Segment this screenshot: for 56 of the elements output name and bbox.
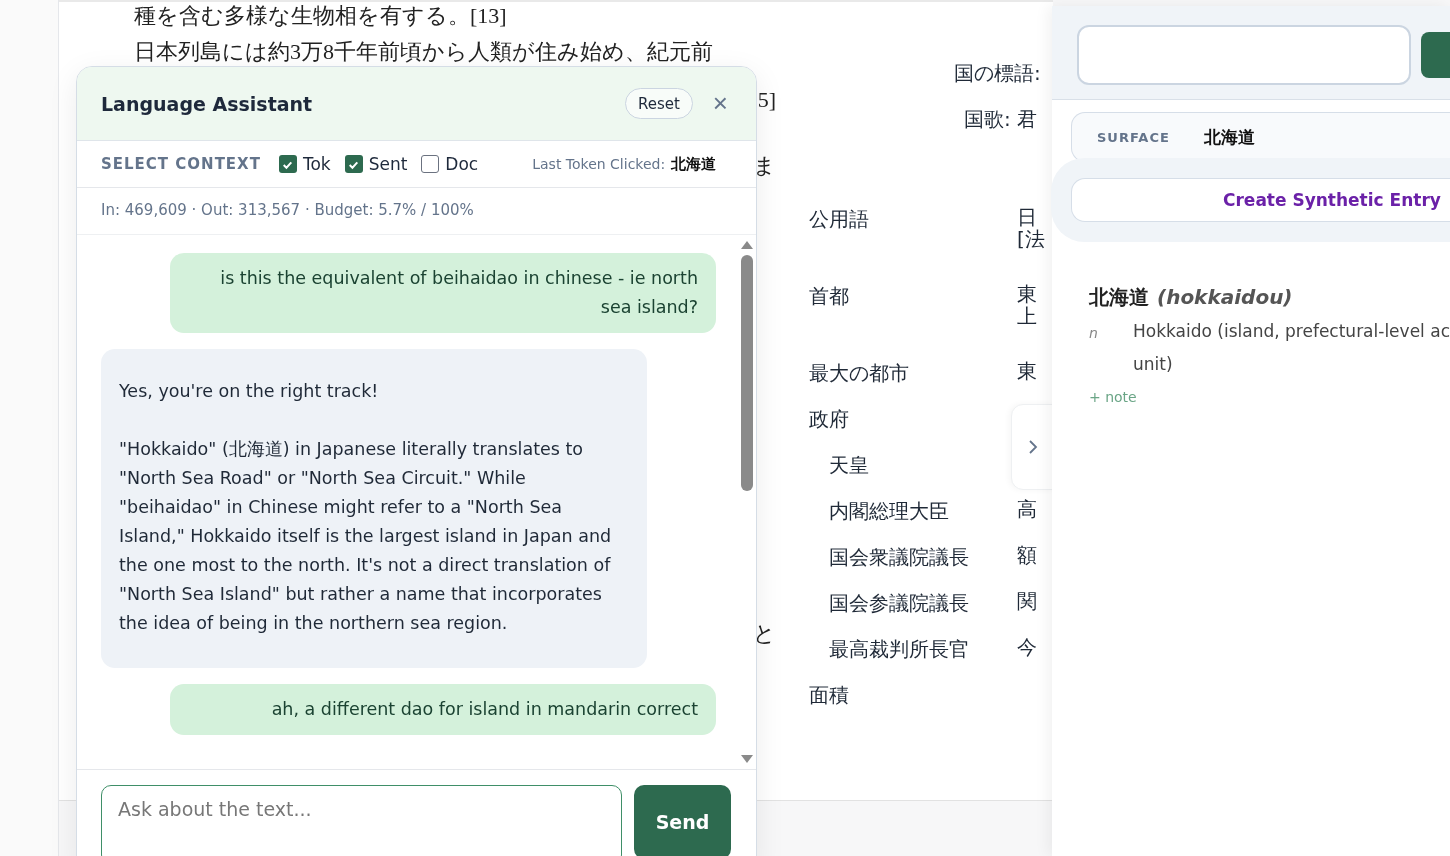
checkbox[interactable] [344, 155, 363, 173]
checkbox-label: Tok [302, 154, 331, 174]
surface-value: 北海道 [1203, 125, 1255, 149]
infobox-value: 上 [1017, 305, 1037, 327]
infobox-label: 面積 [809, 683, 849, 707]
infobox-value: 関 [1017, 590, 1037, 612]
checkbox[interactable] [421, 155, 440, 173]
send-button[interactable]: Send [634, 785, 731, 856]
infobox-label: 政府 [809, 407, 849, 431]
assistant-message: Yes, you're on the right track! "Hokkaido" (北海道) in Japanese literally translates to "North Sea Road" or "North Sea Circuit." While "beihaidao" in Chinese might refer to a "North Sea Island," Hokkaido itself is the largest island in Japan and the one most to the north. It's not a direct translation of "North Sea Island" but rather a name that incorporates the idea of being in the northern sea region. [101, 349, 647, 668]
checkbox-label: Sent [368, 154, 408, 174]
last-token: 北海道 [671, 154, 717, 174]
infobox-value: 東 [1017, 283, 1037, 305]
infobox-label: 国会衆議院議長 [829, 545, 969, 569]
scrollbar-thumb[interactable] [741, 255, 753, 491]
infobox-motto: 国の標語: [954, 60, 1041, 87]
infobox-value: [法 [1017, 228, 1045, 250]
infobox-label: 天皇 [829, 453, 869, 477]
message-input[interactable]: Ask about the text... [101, 785, 622, 856]
article-text: 種を含む多様な生物相を有する。[13] [134, 3, 507, 28]
infobox-value: 高 [1017, 498, 1037, 520]
checkbox[interactable] [278, 155, 297, 173]
usage-stats: In: 469,609 · Out: 313,567 · Budget: 5.7% / 100% [77, 188, 756, 235]
infobox-label: 最大の都市 [809, 361, 909, 385]
part-of-speech: n [1089, 324, 1099, 343]
context-label: SELECT CONTEXT [101, 155, 261, 173]
checkbox-label: Doc [445, 154, 479, 174]
article-text: ま [753, 153, 776, 178]
infobox-label: 国会参議院議長 [829, 591, 969, 615]
panel-title: Language Assistant [101, 92, 314, 115]
headword: 北海道 [1089, 284, 1149, 311]
infobox-value: 日 [1017, 206, 1038, 228]
search-button[interactable] [1421, 32, 1450, 78]
reset-button[interactable]: Reset [624, 88, 693, 119]
article-text: 5] [757, 87, 776, 112]
article-text: 日本列島には約3万8千年前頃から人類が住み始め、紀元前 [134, 39, 713, 64]
infobox-value: 額 [1017, 544, 1037, 566]
infobox-value: 今 [1017, 636, 1037, 658]
infobox-label: 首都 [809, 284, 849, 308]
chevron-right-icon [1028, 439, 1038, 455]
user-message: ah, a different dao for island in mandarin correct [170, 684, 716, 735]
last-token-label: Last Token Clicked: [532, 156, 666, 172]
infobox-label: 最高裁判所長官 [829, 637, 969, 661]
scroll-down-icon[interactable] [741, 755, 753, 763]
article-text: と [753, 621, 776, 646]
surface-label: SURFACE [1097, 129, 1170, 145]
gloss: Hokkaido (island, prefectural-level ac unit) [1133, 320, 1450, 376]
user-message: is this the equivalent of beihaidao in chinese - ie north sea island? [170, 253, 716, 333]
infobox-anthem: 国歌: 君 [964, 106, 1038, 133]
infobox-label: 公用語 [809, 207, 869, 231]
infobox-value: 東 [1017, 360, 1037, 382]
scroll-up-icon[interactable] [741, 241, 753, 249]
infobox-label: 内閣総理大臣 [829, 499, 949, 523]
reading: (hokkaidou) [1157, 285, 1293, 309]
close-button[interactable]: × [708, 88, 732, 119]
search-field[interactable] [1077, 25, 1412, 85]
